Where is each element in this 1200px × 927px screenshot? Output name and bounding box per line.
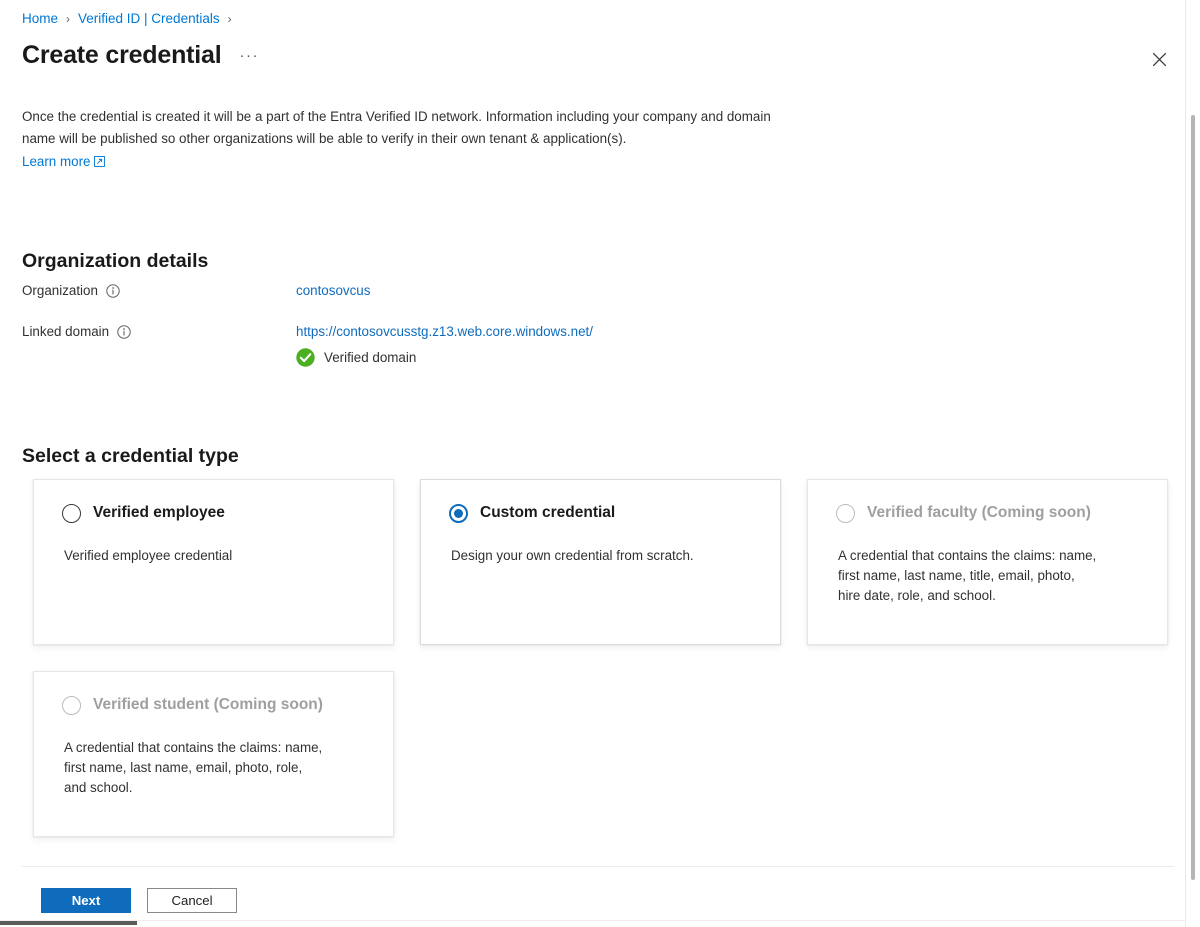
- more-options-button[interactable]: ···: [239, 39, 259, 73]
- card-description: Verified employee credential: [64, 548, 233, 563]
- breadcrumb-separator: ›: [66, 12, 71, 26]
- breadcrumb-item-home[interactable]: Home: [22, 9, 58, 29]
- credential-card-custom-credential[interactable]: Custom credential Design your own creden…: [420, 479, 781, 645]
- credential-card-verified-employee[interactable]: Verified employee Verified employee cred…: [33, 479, 394, 645]
- card-title: Verified faculty (Coming soon): [867, 504, 1091, 521]
- radio-verified-employee[interactable]: [62, 503, 81, 523]
- linked-domain-value-link[interactable]: https://contosovcusstg.z13.web.core.wind…: [296, 324, 593, 339]
- card-header: Verified student (Coming soon): [50, 694, 373, 716]
- radio-verified-student: [62, 695, 81, 715]
- footer-actions: Next Cancel: [41, 888, 237, 913]
- card-header: Verified employee: [50, 502, 373, 524]
- create-credential-blade: Home › Verified ID | Credentials › Creat…: [0, 0, 1200, 927]
- linked-domain-value-group: https://contosovcusstg.z13.web.core.wind…: [296, 322, 593, 367]
- info-icon[interactable]: [106, 284, 120, 298]
- credential-type-card-list: Verified employee Verified employee cred…: [33, 479, 1168, 837]
- linked-domain-label: Linked domain: [22, 324, 110, 339]
- organization-label: Organization: [22, 283, 98, 298]
- radio-custom-credential[interactable]: [449, 503, 468, 523]
- organization-value-group: contosovcus: [296, 281, 370, 301]
- breadcrumb: Home › Verified ID | Credentials ›: [22, 9, 240, 29]
- linked-domain-label-group: Linked domain: [22, 322, 296, 342]
- radio-verified-faculty: [836, 503, 855, 523]
- card-description: Design your own credential from scratch.: [451, 548, 694, 563]
- card-header: Custom credential: [437, 502, 760, 524]
- close-button[interactable]: [1144, 44, 1174, 74]
- vertical-scrollbar-thumb[interactable]: [1191, 115, 1195, 880]
- breadcrumb-separator: ›: [227, 12, 232, 26]
- card-header: Verified faculty (Coming soon): [824, 502, 1147, 524]
- horizontal-scrollbar-thumb[interactable]: [0, 921, 137, 925]
- organization-row: Organization contosovcus: [22, 281, 1022, 301]
- external-link-icon: [94, 156, 106, 168]
- info-icon[interactable]: [117, 325, 131, 339]
- horizontal-scrollbar-track[interactable]: [0, 920, 1185, 927]
- organization-details-heading: Organization details: [22, 250, 209, 273]
- title-row: Create credential ···: [22, 38, 259, 76]
- cancel-button[interactable]: Cancel: [147, 888, 237, 913]
- vertical-scrollbar-track[interactable]: [1185, 0, 1200, 927]
- credential-type-heading: Select a credential type: [22, 445, 239, 468]
- page-title: Create credential: [22, 41, 222, 69]
- card-title: Verified employee: [93, 504, 225, 521]
- verified-check-icon: [296, 348, 315, 367]
- learn-more-label: Learn more: [22, 154, 91, 169]
- organization-value-link[interactable]: contosovcus: [296, 283, 370, 298]
- organization-label-group: Organization: [22, 281, 296, 301]
- card-title: Verified student (Coming soon): [93, 696, 323, 713]
- footer-divider: [22, 866, 1174, 867]
- learn-more-link[interactable]: Learn more: [22, 151, 106, 173]
- next-button[interactable]: Next: [41, 888, 131, 913]
- breadcrumb-item-verified-id-credentials[interactable]: Verified ID | Credentials: [78, 9, 220, 29]
- intro-text-block: Once the credential is created it will b…: [22, 106, 782, 173]
- status-badge: Verified domain: [324, 350, 417, 365]
- credential-card-verified-faculty: Verified faculty (Coming soon) A credent…: [807, 479, 1168, 645]
- card-title: Custom credential: [480, 504, 616, 521]
- credential-card-verified-student: Verified student (Coming soon) A credent…: [33, 671, 394, 837]
- close-icon: [1152, 52, 1166, 66]
- verified-domain-status: Verified domain: [296, 348, 593, 367]
- card-description: A credential that contains the claims: n…: [838, 548, 1097, 603]
- linked-domain-row: Linked domain https://contosovcusstg.z13…: [22, 322, 1022, 367]
- intro-paragraph: Once the credential is created it will b…: [22, 109, 771, 146]
- card-description: A credential that contains the claims: n…: [64, 740, 323, 795]
